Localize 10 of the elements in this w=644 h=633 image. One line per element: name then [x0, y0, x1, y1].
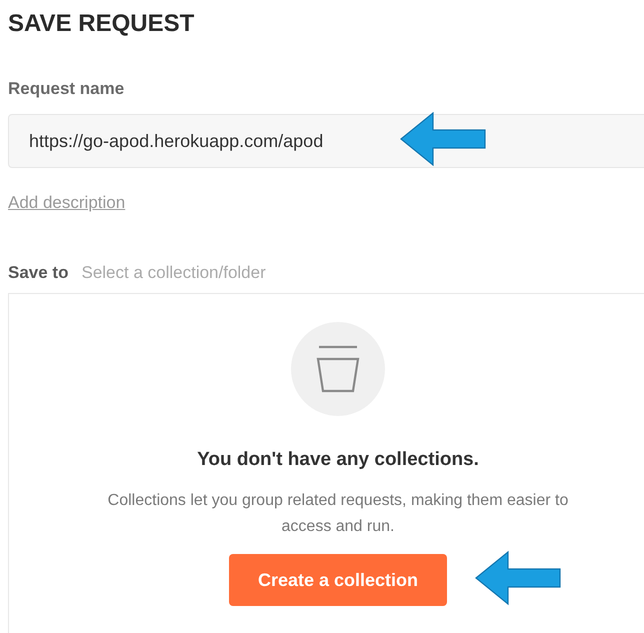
bin-icon	[315, 345, 361, 393]
field-label: Request name	[8, 78, 126, 100]
save-to-label: Save to	[8, 262, 68, 284]
add-description-link[interactable]: Add description	[8, 192, 126, 214]
empty-heading: You don't have any collections.	[197, 448, 479, 472]
create-collection-button[interactable]: Create a collection	[229, 554, 447, 606]
dialog-title: SAVE REQUEST	[8, 10, 196, 38]
request-name-field[interactable]: https://go-apod.herokuapp.com/apod	[8, 114, 644, 168]
empty-description: Collections let you group related requests, making them easier to access and run.	[106, 491, 570, 537]
collection-picker[interactable]: Select a collection/folder	[81, 262, 266, 284]
